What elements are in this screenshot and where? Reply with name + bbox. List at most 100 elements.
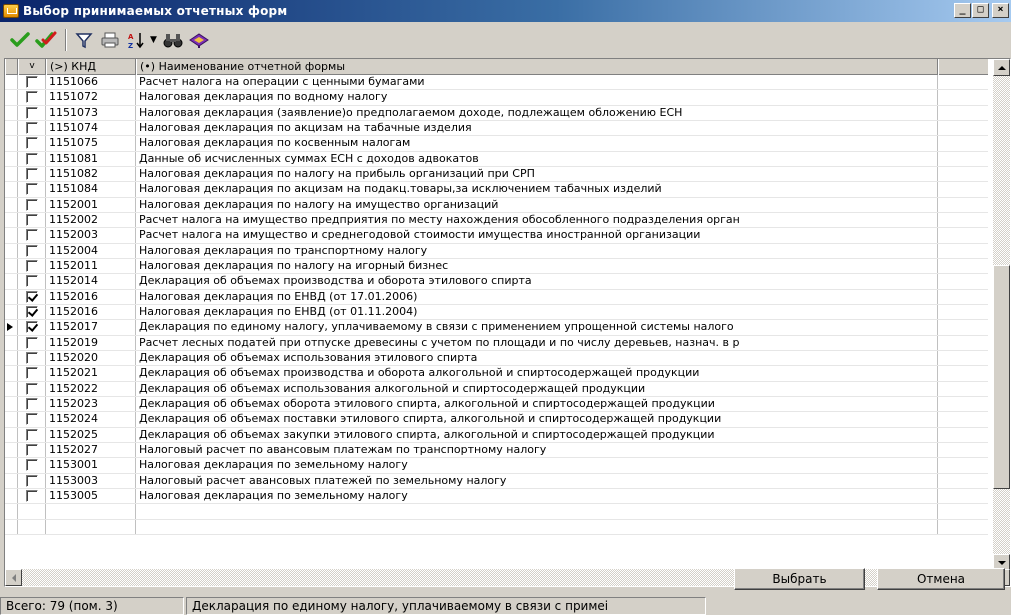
table-row[interactable]: 1151075 Налоговая декларация по косвенным…: [5, 136, 988, 152]
table-row[interactable]: 1151082 Налоговая декларация по налогу на…: [5, 166, 988, 183]
table-row[interactable]: 1151084 Налоговая декларация по акцизам н…: [5, 182, 988, 198]
table-row[interactable]: 1152020 Декларация об объемах использован…: [5, 350, 988, 367]
row-checkbox[interactable]: [25, 398, 38, 411]
table-row[interactable]: 1151066 Расчет налога на операции с ценны…: [5, 75, 988, 91]
row-filler: [938, 213, 988, 227]
row-checkbox[interactable]: [25, 474, 38, 487]
row-checkbox[interactable]: [25, 214, 38, 227]
binoculars-icon[interactable]: [161, 28, 185, 52]
row-form-name: Налоговая декларация по акцизам на подак…: [136, 182, 938, 197]
row-checkbox[interactable]: [25, 183, 38, 196]
row-checkbox[interactable]: [25, 367, 38, 380]
row-checkbox[interactable]: [25, 260, 38, 273]
row-checkbox[interactable]: [25, 137, 38, 150]
empty-cell: [136, 504, 938, 519]
status-bar: Всего: 79 (пом. 3) Декларация по единому…: [0, 596, 1011, 615]
row-check-cell: [18, 151, 46, 166]
row-checkbox[interactable]: [25, 428, 38, 441]
row-form-name: Налоговая декларация по земельному налог…: [136, 488, 938, 504]
table-row[interactable]: 1152021 Декларация об объемах производств…: [5, 366, 988, 382]
vertical-scroll-thumb[interactable]: [993, 265, 1010, 489]
table-row[interactable]: 1152004 Налоговая декларация по транспорт…: [5, 243, 988, 259]
row-indicator-cell: [5, 243, 18, 258]
filter-icon[interactable]: [72, 28, 96, 52]
row-check-cell: [18, 289, 46, 304]
row-knd-code: 1153001: [46, 458, 136, 473]
row-knd-code: 1152020: [46, 350, 136, 366]
row-checkbox[interactable]: [25, 444, 38, 457]
row-checkbox[interactable]: [25, 91, 38, 104]
check-green-icon[interactable]: [8, 28, 32, 52]
row-checkbox[interactable]: [25, 321, 38, 334]
table-row[interactable]: 1151081 Данные об исчисленных суммах ЕСН …: [5, 151, 988, 167]
row-checkbox[interactable]: [25, 275, 38, 288]
minimize-button[interactable]: _: [954, 3, 971, 18]
select-button[interactable]: Выбрать: [734, 568, 865, 590]
row-filler: [938, 443, 988, 457]
row-checkbox[interactable]: [25, 490, 38, 503]
table-row[interactable]: 1152025 Декларация об объемах закупки эти…: [5, 427, 988, 443]
header-name-column[interactable]: (•) Наименование отчетной формы: [136, 59, 938, 75]
vertical-scrollbar[interactable]: [993, 59, 1010, 571]
book-icon[interactable]: [187, 28, 211, 52]
table-row[interactable]: 1151074 Налоговая декларация по акцизам н…: [5, 120, 988, 137]
row-checkbox[interactable]: [25, 168, 38, 181]
header-knd-column[interactable]: (>) КНД: [46, 59, 136, 75]
scroll-left-button[interactable]: [5, 569, 22, 586]
row-knd-code: 1152011: [46, 258, 136, 274]
row-checkbox[interactable]: [25, 198, 38, 211]
row-check-cell: [18, 381, 46, 396]
table-row[interactable]: 1152016 Налоговая декларация по ЕНВД (от …: [5, 304, 988, 321]
row-checkbox[interactable]: [25, 352, 38, 365]
row-knd-code: 1152003: [46, 228, 136, 243]
scroll-up-button[interactable]: [993, 59, 1010, 76]
title-bar: Выбор принимаемых отчетных форм _ □ ×: [0, 0, 1011, 22]
table-row[interactable]: 1152001 Налоговая декларация по налогу на…: [5, 197, 988, 213]
maximize-button[interactable]: □: [972, 3, 989, 18]
cancel-button[interactable]: Отмена: [877, 568, 1005, 590]
table-row[interactable]: 1152017 Декларация по единому налогу, упл…: [5, 320, 988, 336]
table-row[interactable]: 1152011 Налоговая декларация по налогу на…: [5, 258, 988, 275]
table-row[interactable]: 1152023 Декларация об объемах оборота эти…: [5, 396, 988, 413]
row-checkbox[interactable]: [25, 76, 38, 89]
header-check-column[interactable]: v: [18, 59, 46, 75]
table-row[interactable]: 1153003 Налоговый расчет авансовых платеж…: [5, 473, 988, 489]
row-checkbox[interactable]: [25, 122, 38, 135]
close-button[interactable]: ×: [992, 3, 1009, 18]
row-checkbox[interactable]: [25, 244, 38, 257]
table-row[interactable]: 1151073 Налоговая декларация (заявление)о…: [5, 105, 988, 121]
table-row[interactable]: 1153001 Налоговая декларация по земельном…: [5, 458, 988, 474]
table-row[interactable]: 1152003 Расчет налога на имущество и сред…: [5, 228, 988, 244]
row-knd-code: 1151081: [46, 151, 136, 166]
row-checkbox[interactable]: [25, 306, 38, 319]
row-check-cell: [18, 412, 46, 427]
table-row[interactable]: 1152002 Расчет налога на имущество предпр…: [5, 212, 988, 229]
sort-az-icon[interactable]: AZ: [124, 28, 148, 52]
table-row[interactable]: 1151072 Налоговая декларация по водному н…: [5, 90, 988, 106]
forms-grid[interactable]: v (>) КНД (•) Наименование отчетной форм…: [4, 58, 1011, 587]
row-filler: [938, 228, 988, 242]
row-checkbox[interactable]: [25, 382, 38, 395]
table-row[interactable]: 1152024 Декларация об объемах поставки эт…: [5, 412, 988, 428]
row-checkbox[interactable]: [25, 459, 38, 472]
table-row[interactable]: 1152019 Расчет лесных податей при отпуске…: [5, 335, 988, 351]
row-indicator-cell: [5, 228, 18, 243]
row-filler: [938, 198, 988, 212]
row-checkbox[interactable]: [25, 290, 38, 303]
table-row[interactable]: 1152022 Декларация об объемах использован…: [5, 381, 988, 397]
table-row[interactable]: 1153005 Налоговая декларация по земельном…: [5, 488, 988, 505]
table-row[interactable]: 1152014 Декларация об объемах производств…: [5, 274, 988, 290]
row-checkbox[interactable]: [25, 413, 38, 426]
check-double-icon[interactable]: [34, 28, 58, 52]
row-checkbox[interactable]: [25, 229, 38, 242]
row-knd-code: 1151073: [46, 105, 136, 120]
table-row[interactable]: 1152027 Налоговый расчет по авансовым пла…: [5, 442, 988, 459]
empty-cell: [136, 519, 938, 534]
row-form-name: Налоговый расчет авансовых платежей по з…: [136, 473, 938, 488]
row-checkbox[interactable]: [25, 336, 38, 349]
sort-dropdown-icon[interactable]: ▼: [150, 35, 157, 45]
row-checkbox[interactable]: [25, 152, 38, 165]
row-checkbox[interactable]: [25, 106, 38, 119]
table-row[interactable]: 1152016 Налоговая декларация по ЕНВД (от …: [5, 289, 988, 305]
print-icon[interactable]: [98, 28, 122, 52]
